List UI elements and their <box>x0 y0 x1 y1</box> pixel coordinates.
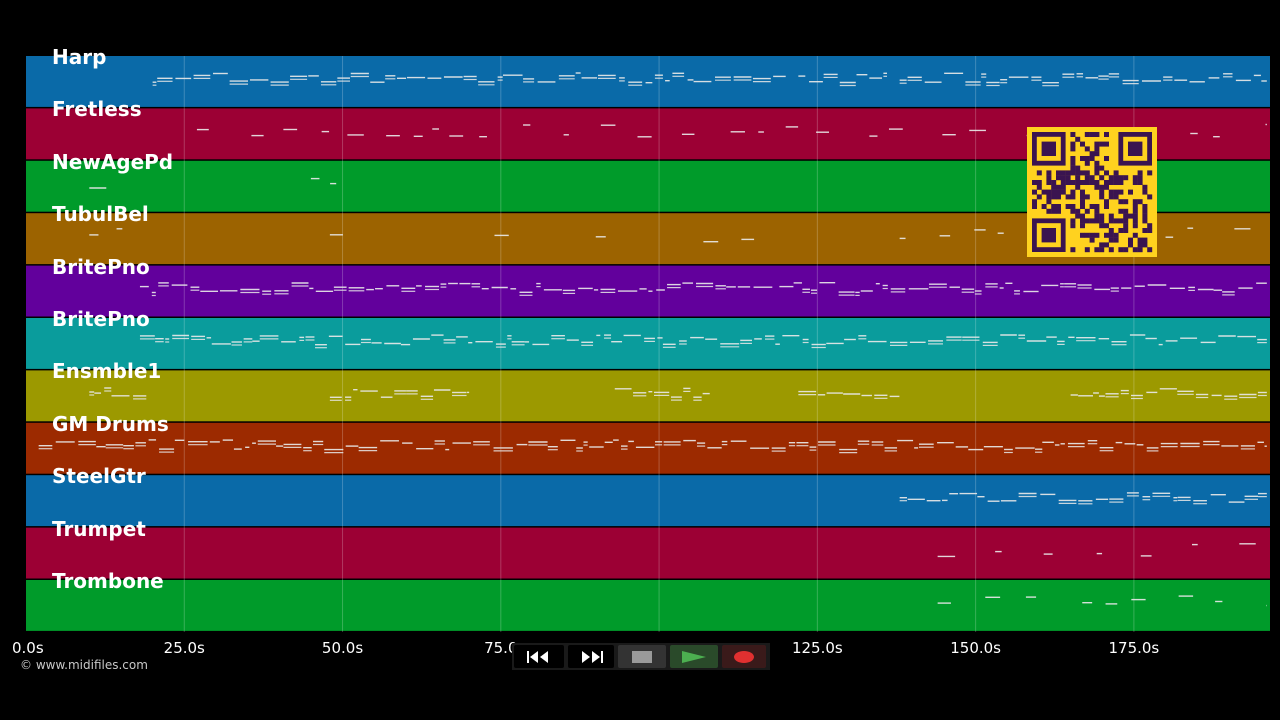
piano-roll-view: Harp Fretless NewAgePd TubulBel BritePno Brit… <box>0 0 1280 720</box>
rewind-button[interactable] <box>514 645 564 668</box>
record-icon <box>734 650 754 663</box>
fast-forward-icon <box>582 650 603 663</box>
stop-icon <box>632 650 652 663</box>
track-lanes <box>26 56 1270 632</box>
track-label: GM Drums <box>52 411 169 436</box>
track-label: NewAgePd <box>52 149 174 174</box>
time-tick-label: 125.0s <box>791 639 843 657</box>
rewind-icon <box>527 650 548 663</box>
stop-button[interactable] <box>618 645 666 668</box>
time-tick-label: 25.0s <box>163 639 205 657</box>
time-tick-label: 175.0s <box>1108 639 1160 657</box>
record-button[interactable] <box>722 645 766 668</box>
track-label: Trombone <box>52 569 164 593</box>
fast-forward-button[interactable] <box>568 645 614 668</box>
track-lane <box>26 580 1270 631</box>
time-tick-label: 0.0s <box>12 639 44 657</box>
track-lane <box>26 422 1270 474</box>
qr-code-graphic <box>1027 127 1157 257</box>
track-label: BritePno <box>52 254 150 279</box>
track-label: Fretless <box>52 97 142 122</box>
qr-code <box>1027 127 1157 257</box>
copyright-text: © www.midifiles.com <box>20 658 148 672</box>
track-label: Ensmble1 <box>52 359 162 384</box>
time-tick-label: 50.0s <box>321 639 364 657</box>
play-button[interactable] <box>670 645 718 668</box>
track-lane <box>26 527 1270 579</box>
play-icon <box>682 650 706 663</box>
track-label: SteelGtr <box>52 464 146 489</box>
track-label: Trumpet <box>52 516 146 541</box>
track-label: TubulBel <box>52 202 149 227</box>
transport-controls <box>512 643 770 670</box>
track-lane <box>26 56 1270 107</box>
track-label: BritePno <box>52 307 150 331</box>
time-tick-label: 150.0s <box>950 639 1001 657</box>
track-label: Harp <box>52 45 107 69</box>
